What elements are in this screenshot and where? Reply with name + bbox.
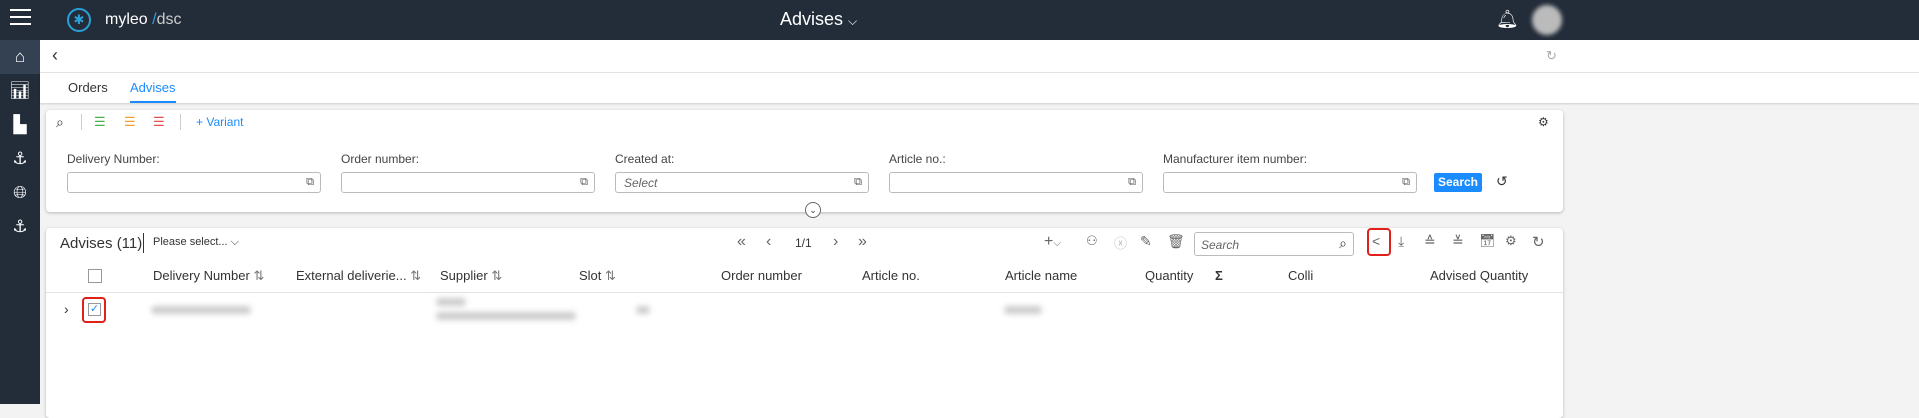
assign-users-icon[interactable]: ⚇ bbox=[1086, 233, 1098, 249]
nav-bar: ‹ ↻ bbox=[40, 40, 1919, 73]
add-variant-link[interactable]: + Variant bbox=[196, 115, 243, 129]
order-number-input[interactable]: ⧉ bbox=[341, 172, 595, 193]
reset-icon[interactable]: ↺ bbox=[1496, 173, 1508, 190]
refresh-icon[interactable]: ↻ bbox=[1532, 233, 1545, 251]
page-title: Advises bbox=[780, 9, 844, 29]
sidebar: ⌂ 📊︎ ▙ ⚓︎ 🌐︎ ⚓︎ bbox=[0, 40, 40, 404]
tab-orders[interactable]: Orders bbox=[68, 80, 108, 95]
delete-icon[interactable]: 🗑︎ bbox=[1167, 233, 1185, 250]
article-name-redacted bbox=[1004, 306, 1042, 314]
col-slot[interactable]: Slot ⇅ bbox=[579, 268, 616, 284]
add-icon[interactable]: +⌵ bbox=[1044, 233, 1061, 251]
value-help-icon[interactable]: ⧉ bbox=[854, 176, 862, 189]
manufacturer-item-label: Manufacturer item number: bbox=[1163, 152, 1308, 166]
chevron-down-icon: ⌵ bbox=[230, 236, 239, 248]
col-quantity[interactable]: Quantity bbox=[1145, 268, 1193, 283]
edit-icon[interactable]: ✎ bbox=[1140, 233, 1152, 250]
filter-bar: ⌕ ☰ ☰ ☰ + Variant ⚙ Delivery Number: ⧉ O… bbox=[46, 110, 1563, 218]
last-page-icon[interactable]: » bbox=[858, 233, 867, 251]
settings-icon[interactable]: ⚙ bbox=[1538, 115, 1549, 129]
page-indicator: 1/1 bbox=[795, 236, 812, 250]
row-checkbox[interactable]: ✓ bbox=[88, 303, 101, 316]
col-advised-quantity[interactable]: Advised Quantity bbox=[1430, 268, 1528, 283]
col-delivery-number[interactable]: Delivery Number ⇅ bbox=[153, 268, 264, 284]
table-title: Advises (11) bbox=[60, 235, 143, 252]
analytics-icon[interactable]: 📊︎ bbox=[0, 74, 40, 108]
anchor-icon[interactable]: ⚓︎ bbox=[0, 142, 40, 176]
col-label: Slot bbox=[579, 268, 602, 283]
col-colli[interactable]: Colli bbox=[1288, 268, 1313, 283]
value-help-icon[interactable]: ⧉ bbox=[1402, 176, 1410, 189]
created-at-label: Created at: bbox=[615, 152, 675, 166]
page-title-dropdown[interactable]: Advises ⌵ bbox=[780, 9, 857, 30]
search-icon[interactable]: ⌕ bbox=[1339, 235, 1347, 252]
logo-sub: dsc bbox=[156, 11, 182, 28]
created-at-placeholder: Select bbox=[624, 176, 658, 190]
col-article-no[interactable]: Article no. bbox=[862, 268, 920, 283]
expand-row-icon[interactable]: › bbox=[64, 301, 69, 317]
home-icon[interactable]: ⌂ bbox=[0, 40, 40, 74]
sort-up-icon[interactable]: ≙ bbox=[1424, 233, 1436, 250]
settings-icon[interactable]: ⚙ bbox=[1505, 233, 1517, 249]
list-green-icon[interactable]: ☰ bbox=[94, 114, 106, 130]
chevron-down-icon: ⌵ bbox=[848, 14, 858, 28]
delivery-number-redacted bbox=[151, 306, 251, 314]
supplier-redacted bbox=[436, 298, 466, 306]
view-select-value: Please select... bbox=[153, 236, 228, 248]
globe-icon[interactable]: 🌐︎ bbox=[0, 176, 40, 210]
download-icon[interactable]: ⤓ bbox=[1398, 233, 1404, 250]
calendar-icon[interactable]: 📅︎ bbox=[1479, 233, 1496, 249]
value-help-icon[interactable]: ⧉ bbox=[580, 176, 588, 189]
list-red-icon[interactable]: ☰ bbox=[153, 114, 165, 130]
manufacturer-item-input[interactable]: ⧉ bbox=[1163, 172, 1417, 193]
app-logo[interactable]: myleo /dsc bbox=[105, 11, 182, 29]
sort-down-icon[interactable]: ≚ bbox=[1452, 233, 1464, 250]
table-search-input[interactable]: Search ⌕ bbox=[1194, 232, 1354, 256]
col-sum[interactable]: Σ bbox=[1215, 268, 1223, 283]
col-label: Supplier bbox=[440, 268, 488, 283]
tab-bar: Orders Advises bbox=[40, 73, 1919, 103]
refresh-icon[interactable]: ↻ bbox=[1546, 48, 1557, 64]
hamburger-menu-icon[interactable] bbox=[10, 9, 31, 25]
col-supplier[interactable]: Supplier ⇅ bbox=[440, 268, 502, 284]
cancel-icon[interactable]: ⓧ bbox=[1114, 233, 1127, 252]
order-number-label: Order number: bbox=[341, 152, 420, 166]
supplier-redacted-2 bbox=[436, 312, 576, 320]
select-all-checkbox[interactable] bbox=[88, 269, 102, 283]
col-label: Delivery Number bbox=[153, 268, 250, 283]
avatar[interactable] bbox=[1532, 5, 1562, 35]
search-icon[interactable]: ⌕ bbox=[56, 114, 64, 131]
table-row[interactable]: › ✓ bbox=[46, 293, 1563, 326]
col-article-name[interactable]: Article name bbox=[1005, 268, 1077, 283]
delivery-number-input[interactable]: ⧉ bbox=[67, 172, 321, 193]
value-help-icon[interactable]: ⧉ bbox=[306, 176, 314, 189]
col-external-deliveries[interactable]: External deliverie... ⇅ bbox=[296, 268, 421, 284]
anchor-icon-2[interactable]: ⚓︎ bbox=[0, 210, 40, 244]
top-bar: ✱ myleo /dsc Advises ⌵ 🔔︎ bbox=[0, 0, 1919, 40]
slot-redacted bbox=[636, 306, 650, 314]
article-no-label: Article no.: bbox=[889, 152, 946, 166]
article-no-input[interactable]: ⧉ bbox=[889, 172, 1143, 193]
logo-main: myleo bbox=[105, 11, 148, 28]
next-page-icon[interactable]: › bbox=[833, 233, 838, 251]
myleo-logo-icon: ✱ bbox=[67, 8, 91, 32]
delivery-number-label: Delivery Number: bbox=[67, 152, 160, 166]
col-label: External deliverie... bbox=[296, 268, 407, 283]
prev-page-icon[interactable]: ‹ bbox=[766, 233, 771, 251]
list-orange-icon[interactable]: ☰ bbox=[124, 114, 136, 130]
dashboard-icon[interactable]: ▙ bbox=[0, 108, 40, 142]
search-button[interactable]: Search bbox=[1434, 173, 1482, 192]
col-order-number[interactable]: Order number bbox=[721, 268, 802, 283]
share-icon[interactable]: < bbox=[1372, 233, 1380, 249]
expand-filter-icon[interactable]: ⌄ bbox=[805, 202, 821, 218]
created-at-input[interactable]: Select ⧉ bbox=[615, 172, 869, 193]
search-placeholder: Search bbox=[1201, 238, 1240, 252]
tab-advises[interactable]: Advises bbox=[130, 80, 176, 103]
view-select[interactable]: Please select... ⌵ bbox=[153, 236, 239, 249]
back-chevron-icon[interactable]: ‹ bbox=[52, 45, 58, 66]
first-page-icon[interactable]: « bbox=[737, 233, 746, 251]
bell-icon[interactable]: 🔔︎ bbox=[1496, 9, 1519, 30]
value-help-icon[interactable]: ⧉ bbox=[1128, 176, 1136, 189]
